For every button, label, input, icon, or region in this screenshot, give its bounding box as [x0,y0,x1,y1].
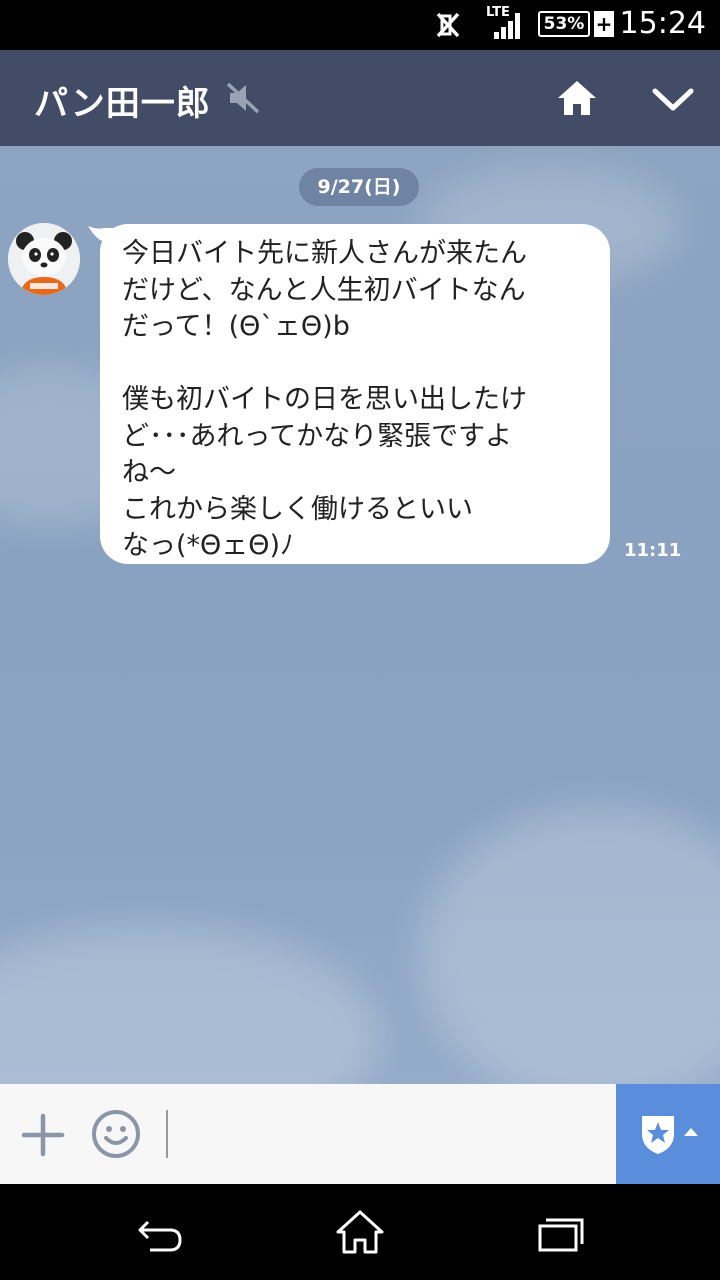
chat-area[interactable]: 9/27(日) 今日バイト先に新人さんが来たん だけど、なんと人生初バイトなん … [0,146,720,1084]
battery-percent: 53% [543,14,585,34]
charging-icon: + [594,11,614,37]
background-cloud [0,926,380,1084]
chat-title[interactable]: パン田一郎 [34,76,211,125]
sticker-button[interactable] [616,1084,720,1184]
battery-icon: 53% [538,11,590,37]
panda-avatar-icon [8,223,80,295]
date-separator: 9/27(日) [299,168,419,206]
vibrate-off-icon [436,12,460,38]
home-nav-icon[interactable] [334,1208,386,1256]
mute-icon [226,82,260,114]
navigation-bar [0,1184,720,1280]
input-bar [0,1084,720,1184]
chevron-down-icon[interactable] [652,86,694,114]
signal-icon [494,13,520,39]
chat-header: パン田一郎 [0,50,720,146]
message-text: 今日バイト先に新人さんが来たん だけど、なんと人生初バイトなん だって！(Θ`ェ… [122,238,527,561]
shield-star-icon [642,1116,698,1154]
plus-icon[interactable] [20,1112,66,1158]
status-time: 15:24 [619,6,706,41]
message-bubble[interactable]: 今日バイト先に新人さんが来たん だけど、なんと人生初バイトなん だって！(Θ`ェ… [100,224,610,564]
recents-icon[interactable] [534,1214,586,1254]
text-caret [166,1110,168,1158]
back-icon[interactable] [134,1214,186,1254]
home-icon[interactable] [556,78,598,118]
status-bar: LTE 53% + 15:24 [0,0,720,50]
background-cloud [420,806,720,1084]
avatar[interactable] [8,223,80,295]
emoji-icon[interactable] [90,1108,142,1160]
message-time: 11:11 [624,540,682,561]
message-input[interactable] [166,1108,606,1160]
